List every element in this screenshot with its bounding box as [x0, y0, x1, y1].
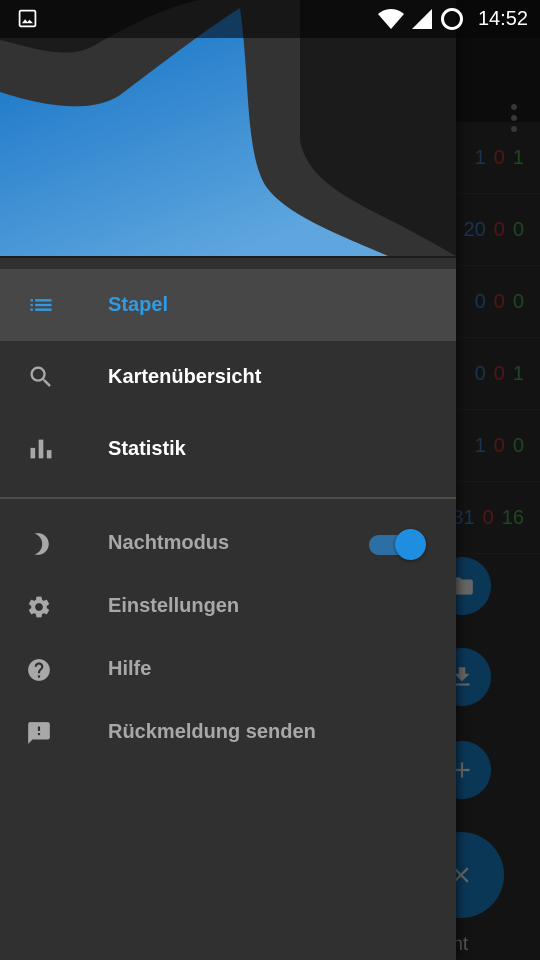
bar-chart-icon	[27, 435, 55, 463]
image-notification-icon	[18, 9, 37, 28]
nav-label: Stapel	[108, 293, 169, 316]
settings-label: Einstellungen	[108, 595, 240, 617]
wifi-icon	[377, 9, 404, 29]
nav-item-kartenuebersicht[interactable]: Kartenübersicht	[0, 341, 456, 413]
settings-item[interactable]: Einstellungen	[0, 575, 456, 638]
status-bar: 14:52	[0, 0, 540, 38]
battery-ring-icon	[440, 8, 463, 30]
cell-signal-icon	[411, 9, 432, 29]
search-icon	[27, 363, 55, 391]
gear-icon	[26, 594, 52, 620]
nav-label: Statistik	[108, 437, 186, 460]
night-mode-item[interactable]: Nachtmodus	[0, 512, 456, 575]
section-divider	[0, 497, 456, 499]
switch-thumb	[395, 529, 426, 560]
nav-item-stapel[interactable]: Stapel	[0, 269, 456, 341]
feedback-item[interactable]: Rückmeldung senden	[0, 701, 456, 764]
nav-item-statistik[interactable]: Statistik	[0, 413, 456, 485]
help-item[interactable]: Hilfe	[0, 638, 456, 701]
help-icon	[26, 657, 52, 683]
drawer-header-image	[0, 0, 456, 256]
feedback-label: Rückmeldung senden	[108, 721, 316, 743]
navigation-drawer: Stapel Kartenübersicht Statistik Nachtmo…	[0, 0, 456, 960]
list-icon	[27, 291, 55, 319]
clock: 14:52	[477, 7, 528, 30]
feedback-icon	[26, 720, 52, 746]
nav-label: Kartenübersicht	[108, 365, 262, 388]
night-mode-label: Nachtmodus	[108, 532, 230, 554]
night-mode-switch[interactable]	[367, 528, 427, 560]
help-label: Hilfe	[108, 658, 152, 680]
header-divider	[0, 256, 456, 258]
moon-icon	[26, 531, 52, 557]
